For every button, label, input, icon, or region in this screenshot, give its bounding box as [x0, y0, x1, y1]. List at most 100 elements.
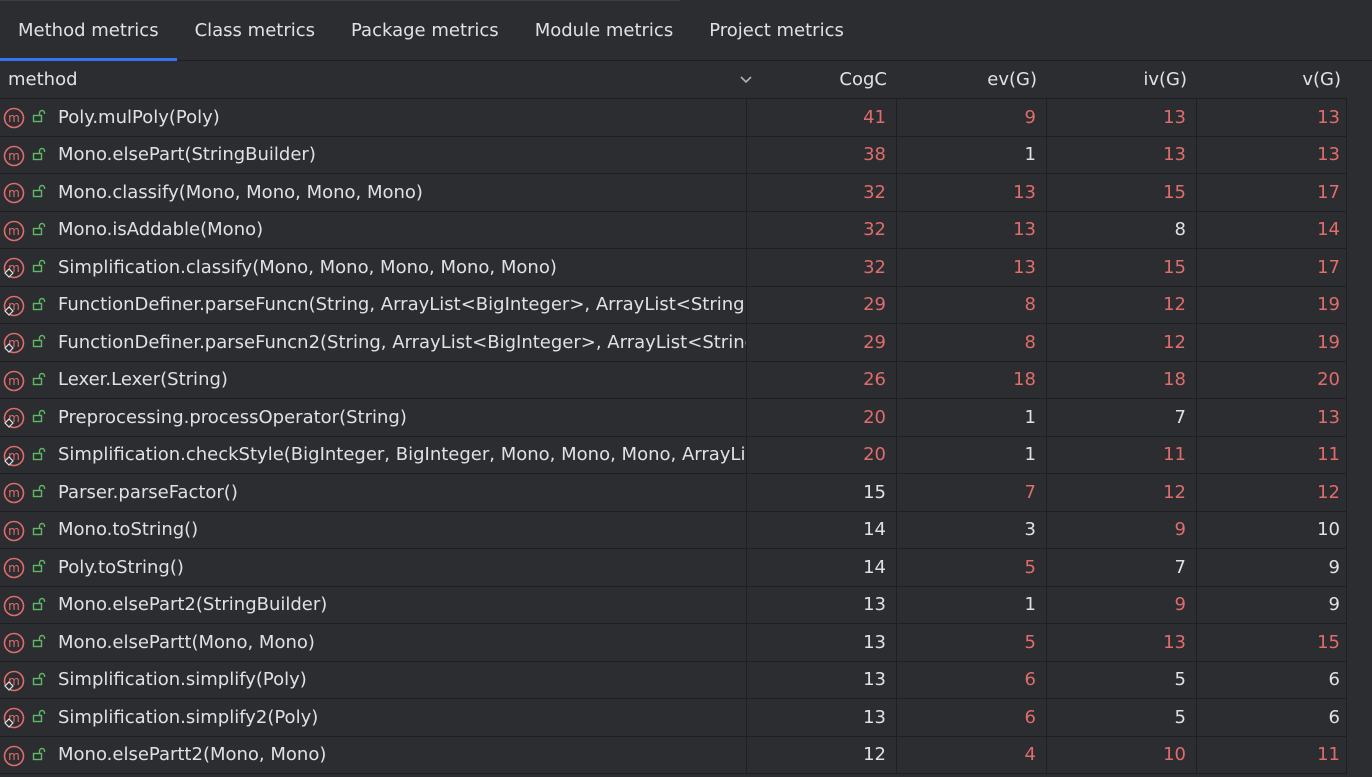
unlock-icon [32, 634, 46, 648]
method-name: Simplification.checkStyle(BigInteger, Bi… [58, 444, 747, 466]
table-row[interactable]: m Mono.toString() 14 3 9 10 [0, 511, 1372, 549]
table-row[interactable]: m Lexer.Lexer(String) 26 18 18 20 [0, 361, 1372, 399]
cogc-cell: 15 [747, 474, 897, 511]
method-name: FunctionDefiner.parseFuncn(String, Array… [58, 294, 747, 316]
svg-text:m: m [8, 224, 20, 238]
evg-cell: 8 [897, 324, 1047, 361]
evg-cell: 5 [897, 624, 1047, 661]
method-icon: m [3, 707, 25, 729]
table-row[interactable]: m Preprocessing.processOperator(String) 20… [0, 399, 1372, 437]
method-cell: m Poly.mulPoly(Poly) [0, 99, 747, 136]
method-cell: m Simplification.simplify2(Poly) [0, 699, 747, 736]
table-row[interactable]: m Poly.toString() 14 5 7 9 [0, 549, 1372, 587]
method-name: Simplification.simplify(Poly) [58, 669, 307, 691]
method-icon: m [3, 332, 25, 354]
table-row[interactable]: m Mono.elsePartt(Mono, Mono) 13 5 13 15 [0, 624, 1372, 662]
column-header-vg[interactable]: v(G) [1197, 61, 1347, 98]
cogc-cell: 32 [747, 211, 897, 248]
ivg-cell: 15 [1047, 174, 1197, 211]
vg-cell: 19 [1197, 286, 1347, 323]
table-row[interactable]: m Mono.elsePart2(StringBuilder) 13 1 9 9 [0, 586, 1372, 624]
cogc-cell: 13 [747, 699, 897, 736]
method-name: Preprocessing.processOperator(String) [58, 406, 407, 428]
ivg-cell: 5 [1047, 661, 1197, 698]
cogc-cell: 20 [747, 436, 897, 473]
method-cell: m Parser.parseFactor() [0, 474, 747, 511]
cogc-cell: 29 [747, 286, 897, 323]
method-icon: m [3, 482, 25, 504]
metrics-tab-bar: Method metrics Class metrics Package met… [0, 0, 1372, 61]
evg-cell: 13 [897, 211, 1047, 248]
unlock-icon [32, 334, 46, 348]
tab-method-metrics[interactable]: Method metrics [0, 0, 177, 61]
table-row[interactable]: m Parser.parseFactor() 15 7 12 12 [0, 474, 1372, 512]
vg-cell: 11 [1197, 436, 1347, 473]
vg-cell: 9 [1197, 586, 1347, 623]
method-icon: m [3, 745, 25, 766]
unlock-icon [32, 597, 46, 610]
tab-class-metrics[interactable]: Class metrics [177, 0, 333, 60]
cogc-cell: 13 [747, 624, 897, 661]
method-icon: m [3, 220, 25, 241]
evg-cell: 1 [897, 586, 1047, 623]
svg-text:m: m [8, 749, 20, 763]
table-row[interactable]: m Simplification.simplify2(Poly) 13 6 5 6 [0, 699, 1372, 737]
method-name: Mono.classify(Mono, Mono, Mono, Mono) [58, 181, 423, 203]
cogc-cell: 32 [747, 249, 897, 286]
method-name: Lexer.Lexer(String) [58, 369, 228, 391]
cogc-cell: 41 [747, 99, 897, 136]
table-row[interactable]: m FunctionDefiner.parseFuncn(String, Arra… [0, 286, 1372, 324]
evg-cell: 9 [897, 99, 1047, 136]
method-name: Mono.elsePartt2(Mono, Mono) [58, 744, 327, 766]
method-cell: m Poly.toString() [0, 549, 747, 586]
svg-text:m: m [8, 186, 20, 200]
method-icon: m [3, 295, 25, 316]
evg-cell: 1 [897, 399, 1047, 436]
column-header-evg[interactable]: ev(G) [897, 61, 1047, 98]
tab-module-metrics[interactable]: Module metrics [517, 0, 692, 60]
ivg-cell: 13 [1047, 136, 1197, 173]
evg-cell: 1 [897, 436, 1047, 473]
method-name: Simplification.simplify2(Poly) [58, 706, 319, 728]
table-row[interactable]: m Mono.isAddable(Mono) 32 13 8 14 [0, 211, 1372, 249]
table-row[interactable]: m Mono.classify(Mono, Mono, Mono, Mono) 32… [0, 174, 1372, 212]
chevron-down-icon[interactable] [735, 69, 757, 91]
column-header-ivg[interactable]: iv(G) [1047, 61, 1197, 98]
unlock-icon [32, 372, 46, 385]
method-cell: m Mono.elsePart2(StringBuilder) [0, 586, 747, 623]
method-icon: m [3, 632, 25, 654]
cogc-cell: 13 [747, 586, 897, 623]
method-name: Simplification.classify(Mono, Mono, Mono… [58, 256, 557, 278]
tab-project-metrics[interactable]: Project metrics [691, 0, 862, 60]
svg-text:m: m [8, 524, 20, 538]
table-row[interactable]: m Poly.mulPoly(Poly) 41 9 13 13 [0, 99, 1372, 137]
table-row[interactable]: m Simplification.classify(Mono, Mono, Mon… [0, 249, 1372, 287]
column-header-method[interactable]: method [0, 61, 752, 98]
vertical-scrollbar[interactable] [1347, 61, 1372, 777]
unlock-icon [32, 559, 46, 573]
column-header-cogc[interactable]: CogC [747, 61, 897, 98]
vg-cell: 15 [1197, 624, 1347, 661]
method-name: FunctionDefiner.parseFuncn2(String, Arra… [58, 331, 747, 353]
table-row[interactable]: m Simplification.checkStyle(BigInteger, B… [0, 436, 1372, 474]
method-cell: m Mono.elsePartt(Mono, Mono) [0, 624, 747, 661]
method-icon: m [3, 595, 25, 616]
ivg-cell: 9 [1047, 511, 1197, 548]
ivg-cell: 13 [1047, 99, 1197, 136]
table-row[interactable]: m Mono.elsePartt2(Mono, Mono) 12 4 10 11 [0, 736, 1372, 774]
evg-cell: 13 [897, 249, 1047, 286]
vg-cell: 13 [1197, 136, 1347, 173]
unlock-icon [32, 409, 46, 423]
table-row[interactable]: m Simplification.simplify(Poly) 13 6 5 6 [0, 661, 1372, 699]
table-row[interactable]: m FunctionDefiner.parseFuncn2(String, Arr… [0, 324, 1372, 362]
vg-cell: 17 [1197, 249, 1347, 286]
cogc-cell: 14 [747, 549, 897, 586]
tab-package-metrics[interactable]: Package metrics [333, 0, 517, 60]
vg-cell: 17 [1197, 174, 1347, 211]
method-cell: m Mono.elsePartt2(Mono, Mono) [0, 736, 747, 773]
unlock-icon [32, 184, 46, 198]
evg-cell: 13 [897, 174, 1047, 211]
table-row[interactable]: m Mono.elsePart(StringBuilder) 38 1 13 13 [0, 136, 1372, 174]
evg-cell: 6 [897, 661, 1047, 698]
evg-cell: 18 [897, 361, 1047, 398]
